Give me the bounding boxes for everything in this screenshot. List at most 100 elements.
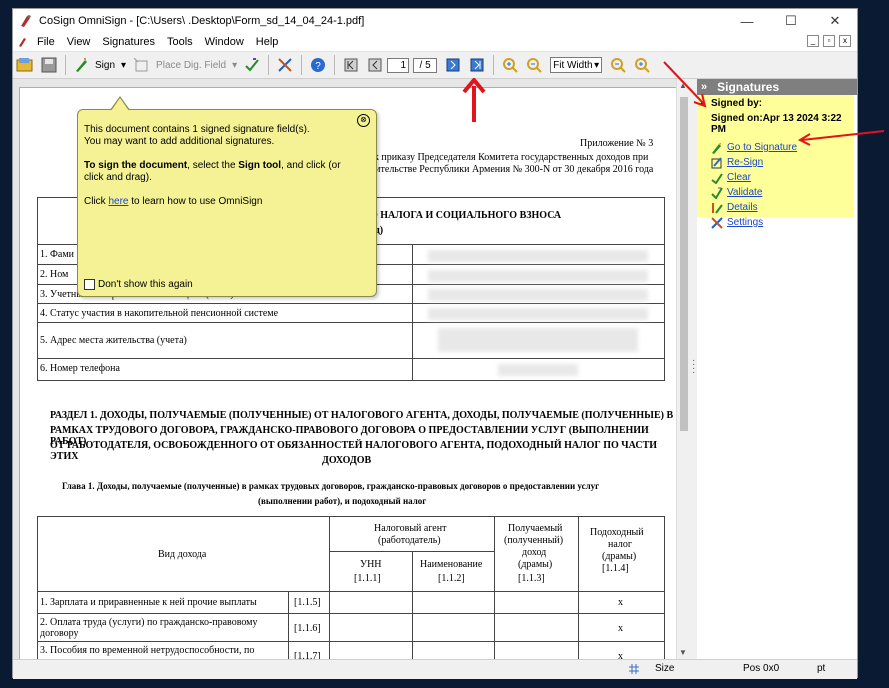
- table-row-tax: x: [618, 597, 623, 608]
- redacted-field: [498, 364, 578, 376]
- menu-tools[interactable]: Tools: [167, 36, 193, 48]
- row-number: 2. Ном: [40, 269, 69, 280]
- col-tax-1: Подоходный: [590, 527, 644, 538]
- menu-view[interactable]: View: [67, 36, 91, 48]
- zoom-in-icon: [503, 58, 518, 73]
- place-field-dropdown-arrow[interactable]: ▾: [232, 60, 237, 71]
- menu-bar: File View Signatures Tools Window Help: [13, 33, 857, 52]
- last-page-button[interactable]: [467, 55, 487, 75]
- next-page-button[interactable]: [443, 55, 463, 75]
- save-button[interactable]: [39, 55, 59, 75]
- appendix-label: Приложение № 3: [580, 138, 654, 149]
- zoom-out-button-2[interactable]: [608, 55, 628, 75]
- sign-tool-icon-button[interactable]: [72, 55, 92, 75]
- order-line-2: авительстве Республики Армения № 300-N о…: [366, 164, 654, 175]
- table-row-label: 3. Пособия по временной нетрудоспособнос…: [40, 645, 255, 659]
- first-page-button[interactable]: [341, 55, 361, 75]
- declaration-title: О НАЛОГА И СОЦИАЛЬНОГО ВЗНОСА: [370, 210, 562, 221]
- table-row-label: 2. Оплата труда (услуги) по гражданско-п…: [40, 617, 258, 639]
- place-dig-field-button[interactable]: Place Dig. Field: [156, 60, 226, 71]
- prev-page-button[interactable]: [365, 55, 385, 75]
- col-tax-2: налог: [608, 539, 632, 550]
- page-total: / 5: [413, 57, 438, 73]
- help-button[interactable]: ?: [308, 55, 328, 75]
- details-link[interactable]: Details: [711, 201, 854, 214]
- scroll-down-icon[interactable]: ▼: [679, 648, 687, 657]
- close-balloon-icon[interactable]: ⊗: [357, 114, 370, 127]
- redacted-field: [438, 328, 638, 352]
- maximize-button[interactable]: ☐: [769, 9, 813, 33]
- sign-pen-icon: [76, 58, 87, 72]
- col-income-1: Получаемый: [508, 523, 563, 534]
- menu-file[interactable]: File: [37, 36, 55, 48]
- document-scrollbar[interactable]: ▲ ▼: [676, 79, 691, 659]
- redacted-field: [428, 250, 648, 262]
- dont-show-again-checkbox[interactable]: Don't show this again: [84, 279, 193, 290]
- learn-here-link[interactable]: here: [108, 196, 128, 207]
- red-arrow-annotation-left: [797, 130, 885, 146]
- clear-icon: [711, 172, 723, 184]
- settings-link[interactable]: Settings: [711, 216, 854, 229]
- go-to-signature-icon: [712, 142, 721, 154]
- open-file-button[interactable]: [15, 55, 35, 75]
- scroll-thumb[interactable]: [680, 97, 688, 431]
- menu-help[interactable]: Help: [256, 36, 279, 48]
- signature-entry: ◢ Signed by: Signed on:Apr 13 2024 3:22 …: [697, 95, 854, 229]
- zoom-in-icon: [635, 58, 650, 73]
- checkbox-box[interactable]: [84, 279, 95, 290]
- check-pen-icon: [245, 58, 259, 72]
- page-number-input[interactable]: 1: [387, 57, 410, 73]
- menu-signatures[interactable]: Signatures: [102, 36, 155, 48]
- order-line-1: к приказу Председателя Комитета государс…: [374, 152, 649, 163]
- validate-icon: [711, 186, 723, 199]
- title-bar: CoSign OmniSign - [C:\Users\ .Desktop\Fo…: [13, 9, 857, 33]
- col-income-4: (драмы): [518, 559, 553, 570]
- app-logo-icon: [21, 15, 31, 27]
- re-sign-link[interactable]: Re-Sign: [711, 156, 854, 169]
- status-size: Size: [655, 663, 675, 674]
- re-sign-icon: [711, 156, 722, 168]
- settings-tool-button[interactable]: [275, 55, 295, 75]
- redacted-field: [428, 289, 648, 301]
- table-row-code: [1.1.6]: [294, 623, 321, 634]
- zoom-in-button-2[interactable]: [632, 55, 652, 75]
- table-row-code: [1.1.5]: [294, 597, 321, 608]
- validate-tool-button[interactable]: [242, 55, 262, 75]
- clear-link[interactable]: Clear: [711, 171, 854, 184]
- col-income-3: доход: [522, 547, 547, 558]
- row-surname: 1. Фами: [40, 249, 75, 260]
- toolbar: Sign ▾ Place Dig. Field ▾ ? 1 / 5 Fit Wi…: [13, 52, 857, 79]
- mdi-close-button[interactable]: x: [839, 35, 851, 47]
- col-tax-agent: Налоговый агент: [374, 523, 447, 534]
- minimize-button[interactable]: —: [725, 9, 769, 33]
- mdi-minimize-button[interactable]: _: [807, 35, 819, 47]
- last-page-icon: [470, 58, 484, 72]
- menu-window[interactable]: Window: [205, 36, 244, 48]
- col-income-type: Вид дохода: [158, 549, 207, 560]
- col-tax-3: (драмы): [602, 551, 637, 562]
- status-pos: Pos 0x0: [743, 663, 780, 674]
- close-button[interactable]: ✕: [813, 9, 857, 33]
- app-window: CoSign OmniSign - [C:\Users\ .Desktop\Fo…: [12, 8, 858, 679]
- col-unn: УНН: [360, 559, 382, 570]
- sign-dropdown-arrow[interactable]: ▾: [121, 60, 126, 71]
- validate-link[interactable]: Validate: [711, 186, 854, 199]
- col-tax-agent-2: (работодатель): [378, 535, 441, 546]
- col-name: Наименование: [420, 559, 483, 570]
- zoom-out-button[interactable]: [524, 55, 544, 75]
- prev-page-icon: [368, 58, 382, 72]
- zoom-select[interactable]: Fit Width ▾: [550, 57, 603, 73]
- dont-show-again-label: Don't show this again: [98, 279, 193, 290]
- hint-line-5: Click here to learn how to use OmniSign: [84, 196, 263, 207]
- signatures-panel-title: Signatures: [717, 80, 780, 94]
- income-table: Вид дохода Налоговый агент (работодатель…: [37, 516, 665, 659]
- hint-line-2: You may want to add additional signature…: [84, 136, 275, 147]
- window-title: CoSign OmniSign - [C:\Users\ .Desktop\Fo…: [39, 15, 365, 27]
- zoom-in-button[interactable]: [500, 55, 520, 75]
- row-pension-status: 4. Статус участия в накопительной пенсио…: [40, 308, 279, 319]
- tools-icon: [278, 58, 292, 72]
- status-bar: Size Pos 0x0 pt: [13, 659, 857, 679]
- mdi-restore-button[interactable]: ▫: [823, 35, 835, 47]
- sign-tool-button[interactable]: Sign: [95, 60, 115, 71]
- document-menu-icon[interactable]: [17, 36, 29, 48]
